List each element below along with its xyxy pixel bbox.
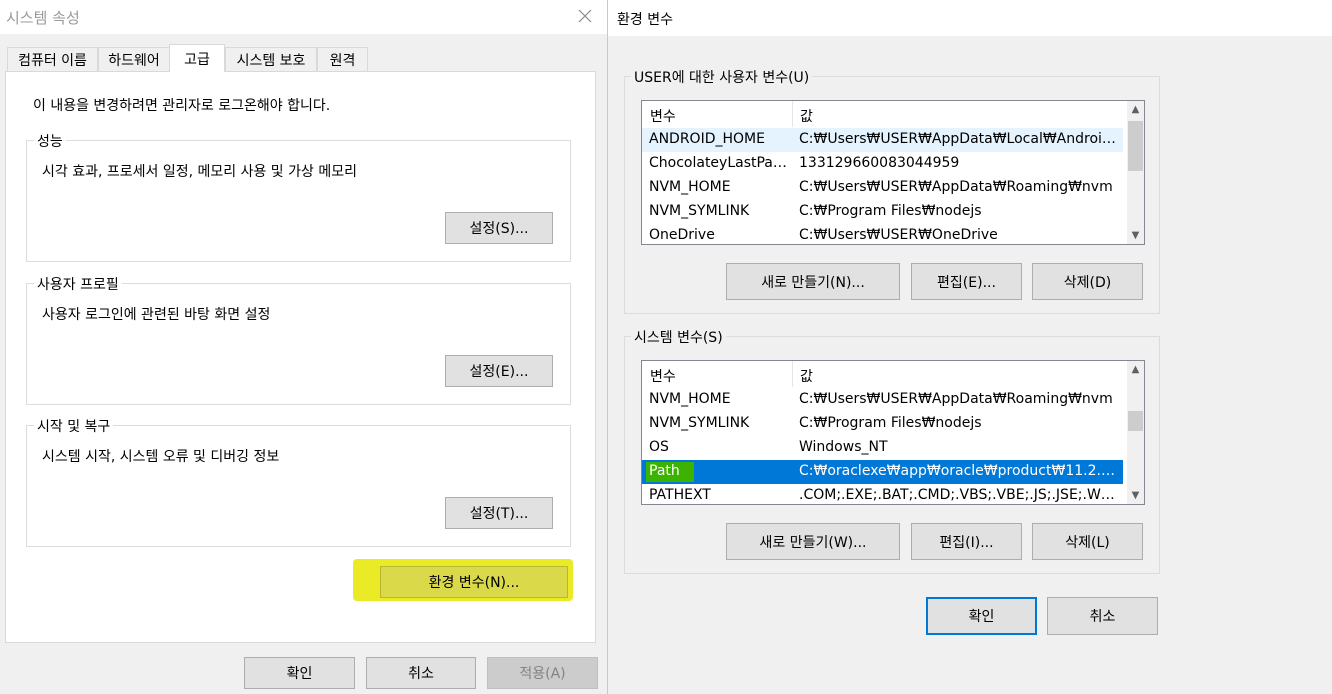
startup-recovery-label: 시작 및 복구 [34, 416, 114, 436]
variable-value: C:₩Users₩USER₩OneDrive [799, 227, 998, 243]
user-profiles-label: 사용자 프로필 [34, 274, 122, 294]
tab-label: 컴퓨터 이름 [18, 52, 87, 69]
user-edit-button[interactable]: 편집(E)... [911, 263, 1022, 300]
system-properties-dialog: 시스템 속성 컴퓨터 이름 하드웨어 고급 시스템 보호 원격 이 내용을 변경… [0, 0, 607, 694]
column-separator [792, 101, 793, 127]
variable-name: NVM_SYMLINK [649, 203, 750, 219]
variable-value: C:₩oraclexe₩app₩oracle₩product₩11.2.0₩se… [799, 463, 1119, 479]
variable-name: ANDROID_HOME [649, 131, 765, 147]
tab-hardware[interactable]: 하드웨어 [98, 47, 170, 71]
list-item[interactable]: NVM_HOME C:₩Users₩USER₩AppData₩Roaming₩nv… [642, 388, 1123, 412]
variable-name: PATHEXT [649, 487, 711, 503]
variable-value: C:₩Users₩USER₩AppData₩Roaming₩nvm [799, 179, 1113, 195]
list-item[interactable]: ANDROID_HOME C:₩Users₩USER₩AppData₩Local₩… [642, 128, 1123, 152]
performance-label: 성능 [34, 131, 66, 151]
user-variables-group: USER에 대한 사용자 변수(U) 변수 값 ANDROID_HOME C:₩U… [624, 67, 1160, 314]
tab-system-protection[interactable]: 시스템 보호 [225, 47, 317, 71]
variable-name: NVM_HOME [649, 391, 731, 407]
variable-value: C:₩Program Files₩nodejs [799, 203, 982, 219]
scrollbar-thumb[interactable] [1128, 121, 1143, 171]
user-profiles-desc: 사용자 로그인에 관련된 바탕 화면 설정 [42, 307, 271, 323]
system-variables-label: 시스템 변수(S) [631, 327, 726, 347]
close-icon[interactable] [573, 4, 597, 28]
list-item[interactable]: NVM_SYMLINK C:₩Program Files₩nodejs [642, 200, 1123, 224]
list-item-selected[interactable]: Path C:₩oraclexe₩app₩oracle₩product₩11.2… [642, 460, 1123, 484]
variable-name: ChocolateyLastPath... [649, 155, 789, 171]
list-item[interactable]: NVM_SYMLINK C:₩Program Files₩nodejs [642, 412, 1123, 436]
variable-value: C:₩Program Files₩nodejs [799, 415, 982, 431]
user-delete-button[interactable]: 삭제(D) [1032, 263, 1143, 300]
system-variables-list[interactable]: 변수 값 NVM_HOME C:₩Users₩USER₩AppData₩Roami… [641, 360, 1145, 505]
vertical-scrollbar[interactable]: ▲ ▼ [1127, 361, 1144, 504]
list-item[interactable]: ChocolateyLastPath... 133129660083044959 [642, 152, 1123, 176]
right-titlebar: 환경 변수 [608, 0, 1332, 36]
left-dialog-title: 시스템 속성 [6, 9, 80, 27]
scroll-down-icon[interactable]: ▼ [1127, 487, 1144, 504]
tab-advanced[interactable]: 고급 [169, 44, 225, 72]
variable-value: Windows_NT [799, 439, 888, 455]
variable-value: C:₩Users₩USER₩AppData₩Local₩Android₩... [799, 131, 1119, 147]
system-new-button[interactable]: 새로 만들기(W)... [726, 523, 900, 560]
list-item[interactable]: NVM_HOME C:₩Users₩USER₩AppData₩Roaming₩nv… [642, 176, 1123, 200]
right-dialog-title: 환경 변수 [617, 12, 673, 28]
user-profiles-settings-button[interactable]: 설정(E)... [445, 355, 553, 387]
startup-recovery-desc: 시스템 시작, 시스템 오류 및 디버깅 정보 [42, 449, 280, 465]
tab-label: 하드웨어 [108, 52, 160, 69]
tab-computer-name[interactable]: 컴퓨터 이름 [7, 47, 98, 71]
list-header: 변수 값 [642, 101, 1124, 127]
list-item[interactable]: OneDrive C:₩Users₩USER₩OneDrive [642, 224, 1123, 244]
user-profiles-group: 사용자 프로필 사용자 로그인에 관련된 바탕 화면 설정 설정(E)... [26, 274, 571, 405]
right-cancel-button[interactable]: 취소 [1047, 597, 1158, 635]
user-variables-list[interactable]: 변수 값 ANDROID_HOME C:₩Users₩USER₩AppData₩L… [641, 100, 1145, 245]
startup-recovery-settings-button[interactable]: 설정(T)... [445, 497, 553, 529]
column-header-value[interactable]: 값 [800, 106, 813, 126]
variable-name: OneDrive [649, 227, 715, 243]
column-header-variable[interactable]: 변수 [650, 366, 676, 386]
variable-value: .COM;.EXE;.BAT;.CMD;.VBS;.VBE;.JS;.JSE;.… [799, 487, 1119, 503]
column-header-variable[interactable]: 변수 [650, 106, 676, 126]
scrollbar-thumb[interactable] [1128, 411, 1143, 431]
performance-group: 성능 시각 효과, 프로세서 일정, 메모리 사용 및 가상 메모리 설정(S)… [26, 131, 571, 262]
right-ok-button[interactable]: 확인 [926, 597, 1037, 635]
scroll-up-icon[interactable]: ▲ [1127, 101, 1144, 118]
variable-name: Path [649, 463, 680, 479]
startup-recovery-group: 시작 및 복구 시스템 시작, 시스템 오류 및 디버깅 정보 설정(T)... [26, 416, 571, 547]
list-item[interactable]: PATHEXT .COM;.EXE;.BAT;.CMD;.VBS;.VBE;.JS… [642, 484, 1123, 504]
tab-label: 시스템 보호 [236, 52, 306, 69]
environment-variables-button[interactable]: 환경 변수(N)... [380, 566, 568, 598]
apply-button[interactable]: 적용(A) [487, 657, 598, 689]
user-new-button[interactable]: 새로 만들기(N)... [726, 263, 900, 300]
system-delete-button[interactable]: 삭제(L) [1032, 523, 1143, 560]
variable-value: C:₩Users₩USER₩AppData₩Roaming₩nvm [799, 391, 1113, 407]
scroll-down-icon[interactable]: ▼ [1127, 227, 1144, 244]
tab-label: 원격 [329, 52, 356, 69]
left-ok-button[interactable]: 확인 [244, 657, 355, 689]
advanced-tab-page: 이 내용을 변경하려면 관리자로 로그온해야 합니다. 성능 시각 효과, 프로… [5, 71, 596, 643]
scroll-up-icon[interactable]: ▲ [1127, 361, 1144, 378]
variable-name: NVM_HOME [649, 179, 731, 195]
variable-value: 133129660083044959 [799, 155, 960, 171]
admin-notice: 이 내용을 변경하려면 관리자로 로그온해야 합니다. [33, 98, 331, 114]
tab-label: 고급 [184, 51, 210, 68]
list-item[interactable]: OS Windows_NT [642, 436, 1123, 460]
system-edit-button[interactable]: 편집(I)... [911, 523, 1022, 560]
variable-name: NVM_SYMLINK [649, 415, 750, 431]
column-separator [792, 361, 793, 387]
performance-desc: 시각 효과, 프로세서 일정, 메모리 사용 및 가상 메모리 [42, 164, 357, 180]
performance-settings-button[interactable]: 설정(S)... [445, 212, 553, 244]
environment-variables-dialog: 환경 변수 USER에 대한 사용자 변수(U) 변수 값 ANDROID_HO… [608, 0, 1332, 694]
column-header-value[interactable]: 값 [800, 366, 813, 386]
tab-remote[interactable]: 원격 [317, 47, 368, 71]
system-variables-group: 시스템 변수(S) 변수 값 NVM_HOME C:₩Users₩USER₩App… [624, 327, 1160, 574]
left-titlebar: 시스템 속성 [0, 0, 607, 34]
vertical-scrollbar[interactable]: ▲ ▼ [1127, 101, 1144, 244]
user-variables-label: USER에 대한 사용자 변수(U) [631, 67, 813, 87]
variable-name: OS [649, 439, 669, 455]
left-cancel-button[interactable]: 취소 [366, 657, 476, 689]
list-header: 변수 값 [642, 361, 1124, 387]
